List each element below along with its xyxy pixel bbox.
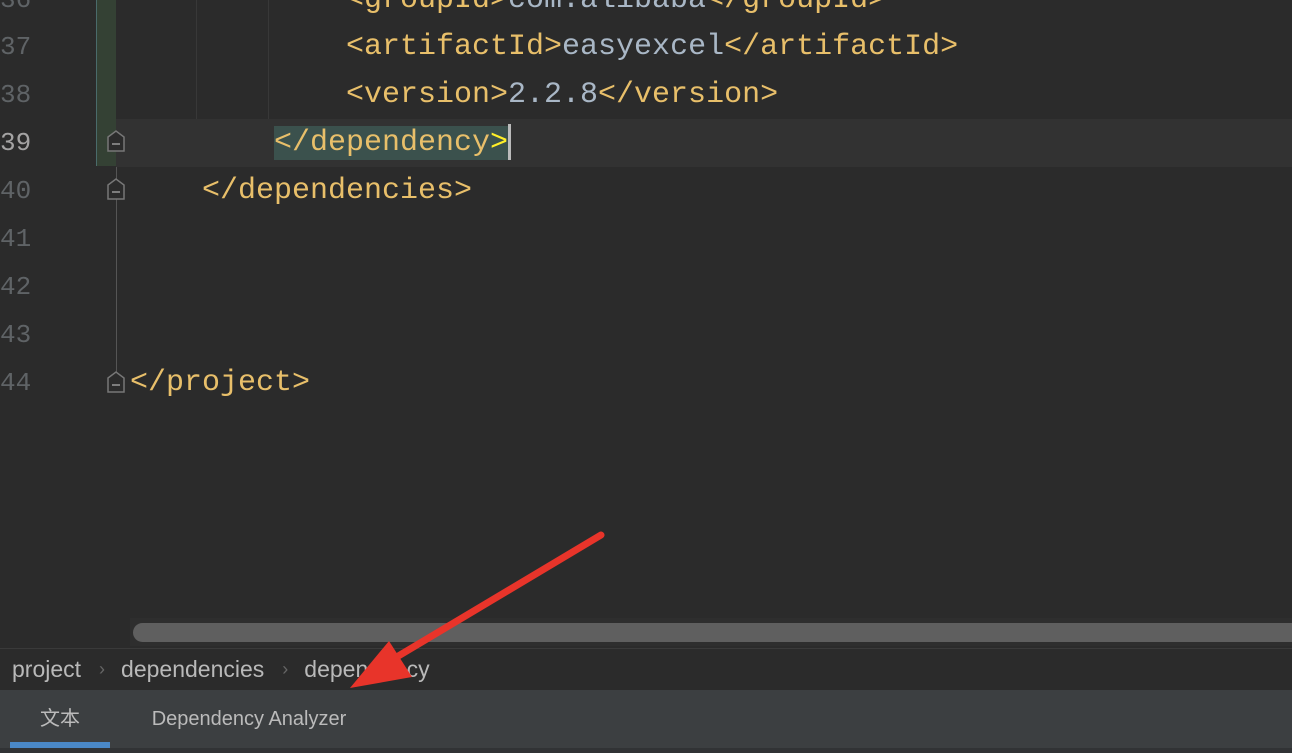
tag: <artifactId> bbox=[346, 30, 563, 64]
chevron-right-icon: › bbox=[282, 659, 289, 679]
line-number: 39 bbox=[0, 128, 32, 158]
tag-value: 2.2.8 bbox=[508, 78, 599, 112]
line-number: 43 bbox=[0, 320, 32, 350]
fold-collapse-icon[interactable] bbox=[106, 178, 126, 200]
line-number: 44 bbox=[0, 368, 32, 398]
editor-tab-bar: 文本 Dependency Analyzer bbox=[0, 690, 1292, 753]
code-line: 38 <version>2.2.8</version> bbox=[0, 71, 1292, 119]
breadcrumb: project › dependencies › dependency bbox=[0, 648, 1292, 690]
tag: </dependency bbox=[274, 126, 491, 160]
code-line-current: 39 </dependency> bbox=[0, 119, 1292, 167]
code-line: 37 <artifactId>easyexcel</artifactId> bbox=[0, 23, 1292, 71]
line-number: 36 bbox=[0, 0, 32, 15]
code-line: 43 bbox=[0, 311, 1292, 359]
code-line: 44 </project> bbox=[0, 359, 1292, 407]
line-number: 38 bbox=[0, 80, 32, 110]
tag: </artifactId> bbox=[724, 30, 959, 64]
breadcrumb-item-project[interactable]: project bbox=[0, 656, 81, 683]
line-number: 42 bbox=[0, 272, 32, 302]
breadcrumb-item-dependency[interactable]: dependency bbox=[288, 656, 429, 683]
fold-collapse-icon[interactable] bbox=[106, 371, 126, 393]
tag: <version> bbox=[346, 78, 509, 112]
scrollbar-thumb[interactable] bbox=[133, 623, 1292, 642]
tag: </project> bbox=[130, 366, 311, 400]
tag-value: com.alibaba bbox=[508, 0, 707, 17]
tab-dependency-analyzer[interactable]: Dependency Analyzer bbox=[124, 690, 374, 748]
matched-bracket: > bbox=[490, 126, 509, 160]
tag: </version> bbox=[598, 78, 779, 112]
tag: <groupId> bbox=[346, 0, 509, 17]
horizontal-scrollbar[interactable] bbox=[130, 618, 1292, 646]
line-number: 41 bbox=[0, 224, 32, 254]
code-line: 42 bbox=[0, 263, 1292, 311]
code-line: 41 bbox=[0, 215, 1292, 263]
tag: </dependencies> bbox=[202, 174, 473, 208]
code-line: 40 </dependencies> bbox=[0, 167, 1292, 215]
breadcrumb-item-dependencies[interactable]: dependencies bbox=[105, 656, 264, 683]
line-number: 37 bbox=[0, 32, 32, 62]
chevron-right-icon: › bbox=[99, 659, 106, 679]
fold-collapse-icon[interactable] bbox=[106, 130, 126, 152]
tag-value: easyexcel bbox=[562, 30, 725, 64]
tab-text[interactable]: 文本 bbox=[10, 690, 110, 748]
code-line: 36 <groupId>com.alibaba</groupId> bbox=[0, 0, 1292, 24]
text-caret bbox=[508, 124, 512, 161]
tag: </groupId> bbox=[706, 0, 887, 17]
line-number: 40 bbox=[0, 176, 32, 206]
code-editor[interactable]: 36 <groupId>com.alibaba</groupId> 37 <ar… bbox=[0, 0, 1292, 648]
